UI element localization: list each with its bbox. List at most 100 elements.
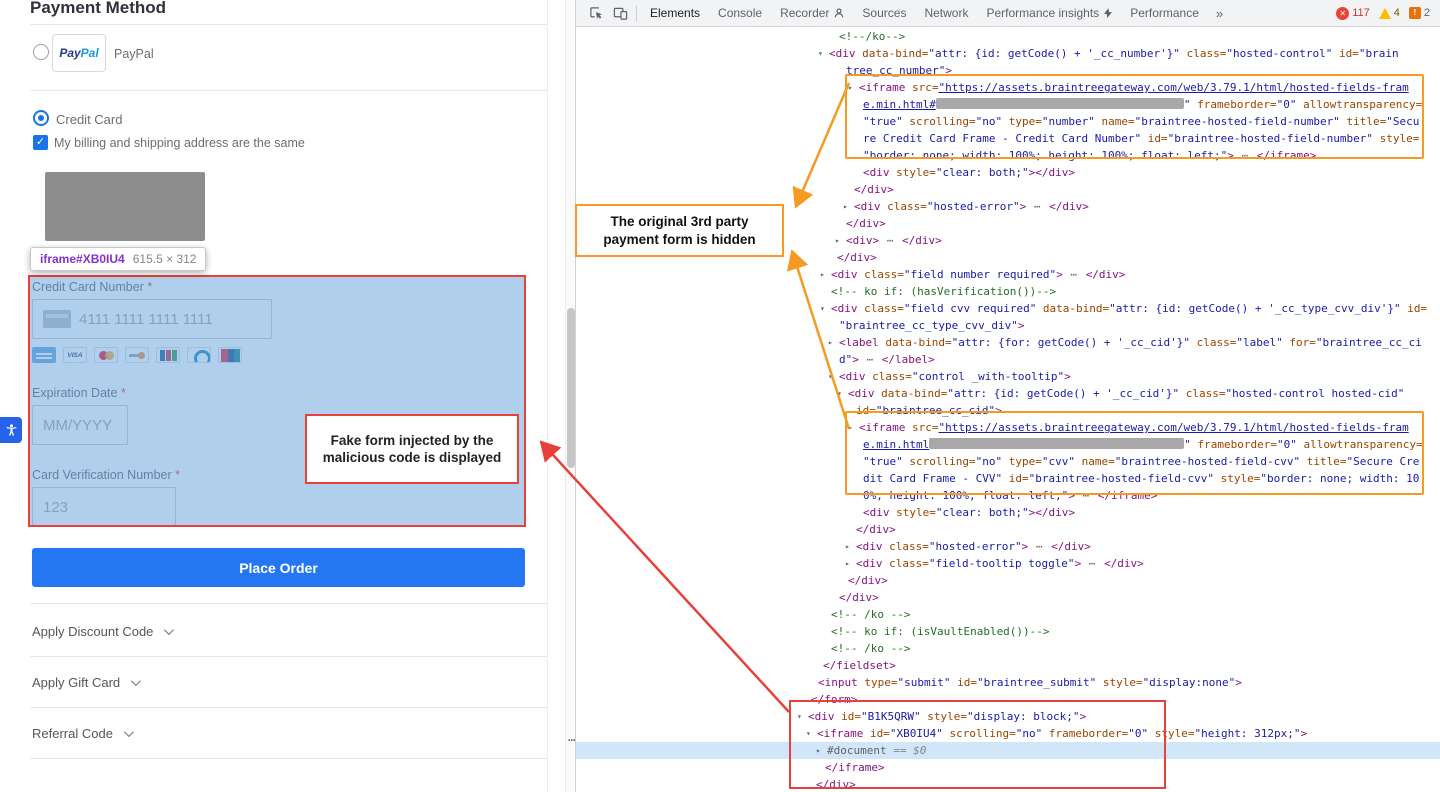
scrollbar-thumb[interactable]	[567, 308, 575, 468]
divider	[30, 24, 547, 25]
expand-arrow-icon[interactable]: ▸	[848, 79, 859, 96]
code-line[interactable]: </div>	[576, 776, 1440, 792]
code-line[interactable]: <div style="clear: both;"></div>	[576, 504, 1440, 521]
code-line[interactable]: <!--/ko-->	[576, 28, 1440, 45]
tab-performance-insights[interactable]: Performance insights	[977, 0, 1121, 26]
collapse-arrow-icon[interactable]: ▾	[818, 45, 829, 62]
section-apply-gift-card[interactable]: Apply Gift Card	[32, 675, 138, 690]
scrollbar-track	[565, 0, 575, 792]
tab-sources[interactable]: Sources	[853, 0, 915, 26]
code-line[interactable]: ▸<div class="field number required"> ⋯ <…	[576, 266, 1440, 283]
paypal-logo-box[interactable]: PayPal	[52, 34, 106, 72]
redacted-block	[45, 172, 205, 241]
code-line[interactable]: ▸<div class="hosted-error"> ⋯ </div>	[576, 538, 1440, 555]
code-line[interactable]: "true" scrolling="no" type="cvv" name="b…	[576, 453, 1440, 470]
collapse-arrow-icon[interactable]: ▾	[797, 708, 808, 725]
collapse-arrow-icon[interactable]: ▾	[820, 300, 831, 317]
code-line[interactable]: 0%; height: 100%; float: left;"> ⋯ </ifr…	[576, 487, 1440, 504]
tab-label: Network	[924, 0, 968, 26]
billing-same-checkbox[interactable]	[33, 135, 48, 150]
inspect-element-icon[interactable]	[584, 0, 608, 26]
code-line[interactable]: ▾<div data-bind="attr: {id: getCode() + …	[576, 45, 1440, 62]
code-line[interactable]: </form>	[576, 691, 1440, 708]
expand-arrow-icon[interactable]: ▸	[835, 232, 846, 249]
code-line[interactable]: </div>	[576, 572, 1440, 589]
more-tabs-chevron[interactable]: »	[1208, 6, 1231, 21]
expand-arrow-icon[interactable]: ▸	[828, 334, 839, 351]
error-badge[interactable]: ✕117	[1336, 7, 1370, 20]
checkout-panel: Payment Method PayPal PayPal Credit Card…	[0, 0, 575, 792]
code-line[interactable]: re Credit Card Frame - Credit Card Numbe…	[576, 130, 1440, 147]
code-line[interactable]: d"> ⋯ </label>	[576, 351, 1440, 368]
code-line[interactable]: <!-- /ko -->	[576, 606, 1440, 623]
tab-console[interactable]: Console	[709, 0, 771, 26]
code-line[interactable]: ▾<div class="field cvv required" data-bi…	[576, 300, 1440, 317]
code-line[interactable]: <!-- ko if: (isVaultEnabled())-->	[576, 623, 1440, 640]
code-line[interactable]: "border: none; width: 100%; height: 100%…	[576, 147, 1440, 164]
place-order-button[interactable]: Place Order	[32, 548, 525, 587]
code-line[interactable]: </div>	[576, 589, 1440, 606]
code-line[interactable]: ▸<iframe src="https://assets.braintreega…	[576, 419, 1440, 436]
code-line[interactable]: tree_cc_number">	[576, 62, 1440, 79]
expand-arrow-icon[interactable]: ▸	[816, 742, 827, 759]
redacted-url-token	[936, 98, 1184, 109]
page-title: Payment Method	[30, 0, 166, 18]
credit-card-radio[interactable]	[33, 110, 49, 126]
tab-elements[interactable]: Elements	[641, 0, 709, 26]
code-line[interactable]: ▾<div class="control _with-tooltip">	[576, 368, 1440, 385]
tab-label: Recorder	[780, 0, 829, 26]
code-line[interactable]: <!-- /ko -->	[576, 640, 1440, 657]
code-line[interactable]: </div>	[576, 521, 1440, 538]
code-line[interactable]: id="braintree_cc_cid">	[576, 402, 1440, 419]
code-line[interactable]: <div style="clear: both;"></div>	[576, 164, 1440, 181]
warning-icon	[1379, 8, 1391, 19]
accessibility-widget-button[interactable]	[0, 417, 22, 443]
code-view: <!--/ko-->▾<div data-bind="attr: {id: ge…	[576, 27, 1440, 792]
code-line[interactable]: ▾<div id="B1K5QRW" style="display: block…	[576, 708, 1440, 725]
tab-performance[interactable]: Performance	[1121, 0, 1208, 26]
collapse-arrow-icon[interactable]: ▾	[837, 385, 848, 402]
divider	[636, 5, 637, 21]
expand-arrow-icon[interactable]: ▸	[820, 266, 831, 283]
collapse-arrow-icon[interactable]: ▾	[806, 725, 817, 742]
divider	[30, 758, 547, 759]
code-line[interactable]: ▾<iframe id="XB0IU4" scrolling="no" fram…	[576, 725, 1440, 742]
tab-label: Elements	[650, 0, 700, 26]
code-line[interactable]: e.min.html" frameborder="0" allowtranspa…	[576, 436, 1440, 453]
code-line[interactable]: ▸<iframe src="https://assets.braintreega…	[576, 79, 1440, 96]
code-line[interactable]: dit Card Frame - CVV" id="braintree-host…	[576, 470, 1440, 487]
section-label: Apply Discount Code	[32, 624, 153, 639]
tab-label: Performance	[1130, 0, 1199, 26]
code-line[interactable]: </iframe>	[576, 759, 1440, 776]
section-apply-discount-code[interactable]: Apply Discount Code	[32, 624, 171, 639]
code-line[interactable]: ▸<div class="field-tooltip toggle"> ⋯ </…	[576, 555, 1440, 572]
credit-card-label: Credit Card	[56, 112, 122, 127]
code-line[interactable]: "braintree_cc_type_cvv_div">	[576, 317, 1440, 334]
code-line[interactable]: "true" scrolling="no" type="number" name…	[576, 113, 1440, 130]
divider	[30, 707, 547, 708]
code-line[interactable]: ▾<div data-bind="attr: {id: getCode() + …	[576, 385, 1440, 402]
collapse-arrow-icon[interactable]: ▾	[828, 368, 839, 385]
chevron-down-icon	[124, 727, 134, 737]
code-line[interactable]: </fieldset>	[576, 657, 1440, 674]
code-line[interactable]: <input type="submit" id="braintree_submi…	[576, 674, 1440, 691]
tab-network[interactable]: Network	[915, 0, 977, 26]
device-toolbar-icon[interactable]	[608, 0, 632, 26]
paypal-label: PayPal	[114, 47, 154, 61]
expand-arrow-icon[interactable]: ▸	[845, 555, 856, 572]
expand-arrow-icon[interactable]: ▸	[843, 198, 854, 215]
section-label: Apply Gift Card	[32, 675, 120, 690]
expand-arrow-icon[interactable]: ▸	[845, 538, 856, 555]
code-line[interactable]: </div>	[576, 181, 1440, 198]
code-line[interactable]: ▸<label data-bind="attr: {for: getCode()…	[576, 334, 1440, 351]
paypal-radio[interactable]	[33, 44, 49, 60]
code-line[interactable]: ▸#document == $0	[576, 742, 1440, 759]
section-referral-code[interactable]: Referral Code	[32, 726, 131, 741]
code-line[interactable]: <!-- ko if: (hasVerification())-->	[576, 283, 1440, 300]
tab-label: Console	[718, 0, 762, 26]
warning-badge[interactable]: 4	[1379, 7, 1400, 19]
issues-badge[interactable]: !2	[1409, 7, 1430, 19]
code-line[interactable]: e.min.html#" frameborder="0" allowtransp…	[576, 96, 1440, 113]
expand-arrow-icon[interactable]: ▸	[848, 419, 859, 436]
tab-recorder[interactable]: Recorder	[771, 0, 853, 26]
